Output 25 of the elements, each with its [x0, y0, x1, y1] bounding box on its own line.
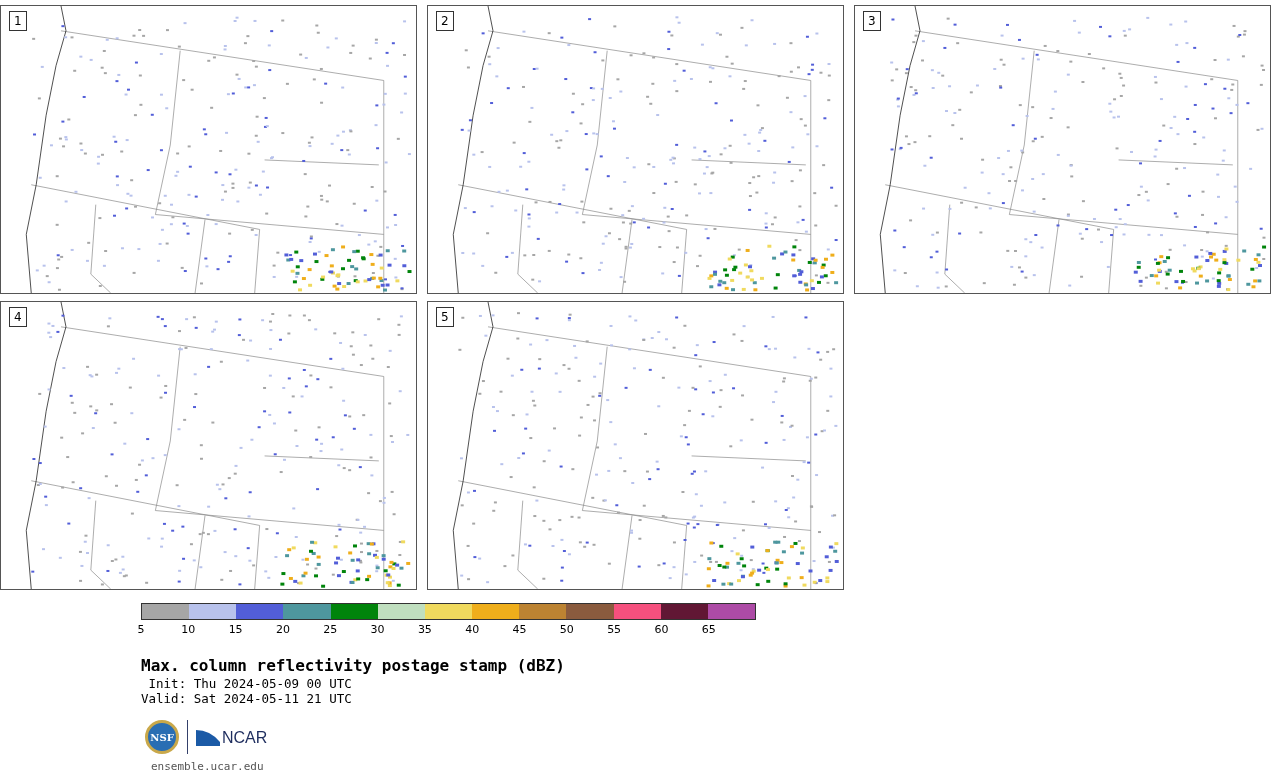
tick-label: 45 — [512, 623, 527, 636]
website-url: ensemble.ucar.edu — [151, 760, 265, 773]
nsf-logo: NSF — [145, 720, 179, 754]
tick-label: 50 — [559, 623, 574, 636]
chart-title: Max. column reflectivity postage stamp (dBZ) — [141, 656, 566, 676]
valid-time: Valid: Sat 2024-05-11 21 UTC — [141, 691, 353, 706]
tick-label: 60 — [654, 623, 669, 636]
panel-number: 1 — [9, 11, 27, 31]
tick-label: 40 — [465, 623, 480, 636]
ncar-logo: NCAR — [196, 728, 268, 746]
swoosh-icon — [196, 728, 220, 746]
tick-label: 25 — [323, 623, 338, 636]
tick-label: 35 — [417, 623, 432, 636]
panel-number: 4 — [9, 307, 27, 327]
tick-label: 65 — [701, 623, 716, 636]
tick-label: 55 — [607, 623, 622, 636]
panel-number: 3 — [863, 11, 881, 31]
panel-number: 5 — [436, 307, 454, 327]
tick-label: 10 — [181, 623, 196, 636]
init-time: Init: Thu 2024-05-09 00 UTC — [147, 676, 353, 691]
tick-label: 15 — [228, 623, 243, 636]
tick-label: 30 — [370, 623, 385, 636]
panel-number: 2 — [436, 11, 454, 31]
tick-label: 5 — [137, 623, 145, 636]
tick-label: 20 — [275, 623, 290, 636]
